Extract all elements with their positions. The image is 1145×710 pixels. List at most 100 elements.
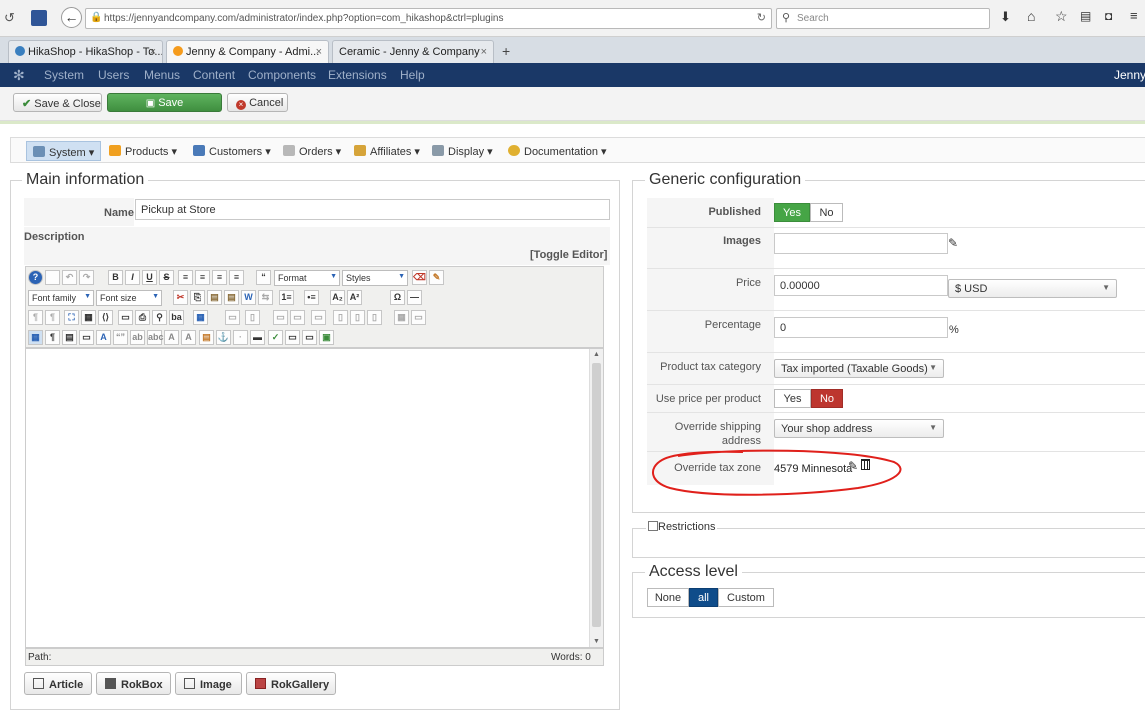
citation-icon[interactable]: “”: [113, 330, 128, 345]
spellcheck-icon[interactable]: ✓: [268, 330, 283, 345]
table-icon[interactable]: ▦: [193, 310, 208, 325]
override-shipping-select[interactable]: Your shop address ▼: [774, 419, 944, 438]
tab-ceramic[interactable]: Ceramic - Jenny & Company ×: [332, 40, 494, 63]
scroll-thumb[interactable]: [592, 363, 601, 627]
subscript-icon[interactable]: A₂: [330, 290, 345, 305]
horizontal-rule-icon[interactable]: —: [407, 290, 422, 305]
toggle-editor-link[interactable]: [Toggle Editor]: [530, 249, 607, 261]
attributes-icon[interactable]: ▤: [199, 330, 214, 345]
insert-time-icon[interactable]: ▭: [302, 330, 317, 345]
delete-row-icon[interactable]: ▭: [311, 310, 326, 325]
browser-search-input[interactable]: ⚲ Search: [776, 8, 990, 29]
price-per-product-yes-toggle[interactable]: Yes: [774, 389, 811, 408]
tax-category-select[interactable]: Tax imported (Taxable Goods) ▼: [774, 359, 944, 378]
print-icon[interactable]: ⎙: [135, 310, 150, 325]
page-break-icon[interactable]: ▬: [250, 330, 265, 345]
merge-cells-icon[interactable]: ▭: [273, 310, 288, 325]
align-center-icon[interactable]: ≡: [195, 270, 210, 285]
visual-aid-icon[interactable]: ▦: [28, 330, 43, 345]
hika-menu-documentation[interactable]: Documentation ▾: [502, 141, 613, 161]
insert-image-icon[interactable]: ▣: [319, 330, 334, 345]
paste-word-icon[interactable]: W: [241, 290, 256, 305]
restrictions-toggle[interactable]: Restrictions: [646, 521, 718, 533]
insert-text-icon[interactable]: A: [181, 330, 196, 345]
scroll-up-icon[interactable]: ▲: [593, 351, 600, 358]
non-breaking-icon[interactable]: ·: [233, 330, 248, 345]
menu-menus[interactable]: Menus: [144, 68, 180, 82]
hika-menu-customers[interactable]: Customers ▾: [187, 141, 277, 161]
bookmark-star-icon[interactable]: ☆: [1055, 8, 1068, 25]
article-button[interactable]: Article: [24, 672, 92, 695]
table-row-icon[interactable]: ▭: [225, 310, 240, 325]
align-justify-icon[interactable]: ≡: [178, 270, 193, 285]
show-blocks-icon[interactable]: ¶: [45, 330, 60, 345]
tab-jenny-admin[interactable]: Jenny & Company - Admi... ×: [166, 40, 329, 64]
back-button-icon[interactable]: ←: [61, 7, 82, 28]
acronym-icon[interactable]: ab: [130, 330, 145, 345]
access-none-toggle[interactable]: None: [647, 588, 689, 607]
insert-date-icon[interactable]: ▭: [285, 330, 300, 345]
access-all-toggle[interactable]: all: [689, 588, 718, 607]
cut-icon[interactable]: ✂: [173, 290, 188, 305]
menu-extensions[interactable]: Extensions: [328, 68, 387, 82]
analytics-icon[interactable]: [31, 10, 47, 26]
pocket-icon[interactable]: ◘: [1105, 9, 1112, 23]
copy-icon[interactable]: ⎘: [190, 290, 205, 305]
ltr-icon[interactable]: ¶: [28, 310, 43, 325]
format-select[interactable]: Format ▼: [274, 270, 340, 286]
insert-layer-icon[interactable]: ▤: [62, 330, 77, 345]
home-icon[interactable]: ⌂: [1027, 8, 1035, 24]
help-icon[interactable]: ?: [28, 270, 43, 285]
styles-select[interactable]: Styles ▼: [342, 270, 408, 286]
download-icon[interactable]: ⬇: [1000, 9, 1011, 25]
table-col-icon[interactable]: ▯: [245, 310, 260, 325]
published-yes-toggle[interactable]: Yes: [774, 203, 810, 222]
site-name[interactable]: Jenny: [1114, 68, 1145, 82]
strikethrough-icon[interactable]: S: [159, 270, 174, 285]
unordered-list-icon[interactable]: •≡: [304, 290, 319, 305]
preview-icon[interactable]: ▭: [118, 310, 133, 325]
hika-menu-affiliates[interactable]: Affiliates ▾: [348, 141, 426, 161]
restrictions-checkbox[interactable]: [648, 521, 658, 531]
hika-menu-system[interactable]: System ▾: [26, 141, 102, 161]
pencil-icon[interactable]: ✎: [948, 236, 958, 250]
editor-scrollbar[interactable]: ▲ ▼: [589, 349, 603, 647]
anchor-icon[interactable]: ⚓: [216, 330, 231, 345]
delete-col-icon[interactable]: ▯: [367, 310, 382, 325]
abbreviation-icon[interactable]: A: [96, 330, 111, 345]
access-custom-toggle[interactable]: Custom: [718, 588, 774, 607]
new-document-icon[interactable]: [45, 270, 60, 285]
paste-text-icon[interactable]: ▤: [224, 290, 239, 305]
editor-content-area[interactable]: ▲ ▼: [25, 348, 604, 648]
hika-menu-display[interactable]: Display ▾: [426, 141, 499, 161]
eraser-icon[interactable]: ⌫: [412, 270, 427, 285]
reading-list-icon[interactable]: ▤: [1080, 9, 1091, 23]
search-replace-icon[interactable]: ⇆: [258, 290, 273, 305]
rtl-icon[interactable]: ¶: [45, 310, 60, 325]
underline-icon[interactable]: U: [142, 270, 157, 285]
close-tab-icon[interactable]: ×: [150, 46, 156, 58]
menu-components[interactable]: Components: [248, 68, 316, 82]
joomla-logo-icon[interactable]: ✻: [13, 67, 25, 84]
redo-icon[interactable]: ↷: [79, 270, 94, 285]
scroll-down-icon[interactable]: ▼: [593, 638, 600, 645]
menu-content[interactable]: Content: [193, 68, 235, 82]
reload-icon[interactable]: ↻: [757, 11, 766, 24]
menu-system[interactable]: System: [44, 68, 84, 82]
superscript-icon[interactable]: A²: [347, 290, 362, 305]
menu-users[interactable]: Users: [98, 68, 129, 82]
find-icon[interactable]: ⚲: [152, 310, 167, 325]
align-left-icon[interactable]: ≡: [212, 270, 227, 285]
font-size-select[interactable]: Font size ▼: [96, 290, 162, 306]
url-bar[interactable]: 🔒 https://jennyandcompany.com/administra…: [85, 8, 772, 29]
insert-col-icon[interactable]: ▯: [333, 310, 348, 325]
align-right-icon[interactable]: ≡: [229, 270, 244, 285]
close-tab-icon[interactable]: ×: [316, 46, 322, 58]
price-input[interactable]: 0.00000: [774, 275, 948, 296]
replace-icon[interactable]: ba: [169, 310, 184, 325]
split-cells-icon[interactable]: ▭: [290, 310, 305, 325]
menu-icon[interactable]: ≡: [1130, 8, 1138, 23]
ordered-list-icon[interactable]: 1≡: [279, 290, 294, 305]
hika-menu-products[interactable]: Products ▾: [103, 141, 183, 161]
delete-text-icon[interactable]: A: [164, 330, 179, 345]
